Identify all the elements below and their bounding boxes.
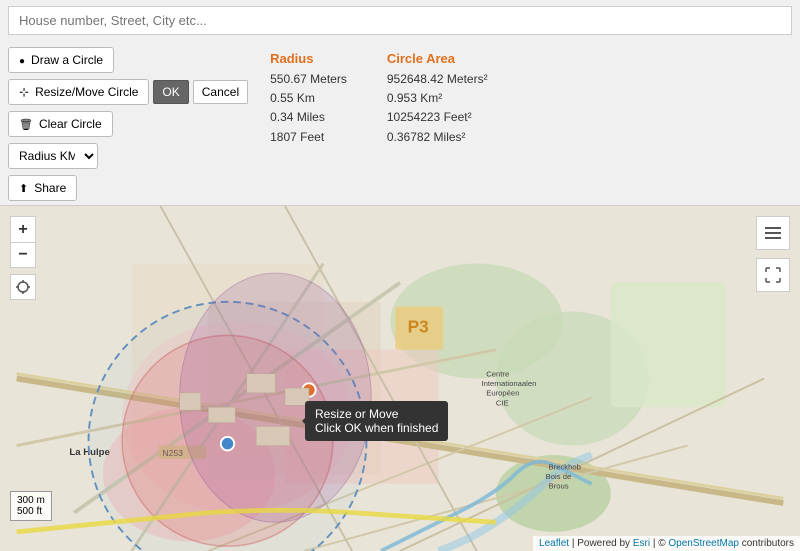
- radius-miles: 0.34 Miles: [270, 110, 325, 124]
- radius-feet: 1807 Feet: [270, 130, 324, 144]
- circle-area-values: 952648.42 Meters² 0.953 Km² 10254223 Fee…: [387, 70, 488, 147]
- map-background: N253 La Hulpe P3: [0, 206, 800, 551]
- attribution: Leaflet | Powered by Esri | © OpenStreet…: [533, 536, 800, 551]
- radius-stats: Radius 550.67 Meters 0.55 Km 0.34 Miles …: [270, 51, 347, 147]
- circle-icon: [19, 53, 25, 67]
- zoom-controls: + −: [10, 216, 36, 268]
- share-label: Share: [34, 181, 66, 195]
- zoom-out-button[interactable]: −: [10, 242, 36, 268]
- svg-text:Bois de: Bois de: [546, 472, 572, 481]
- trash-icon: [19, 117, 33, 131]
- svg-text:Européen: Européen: [486, 389, 519, 398]
- svg-text:Internationaalen: Internationaalen: [481, 379, 536, 388]
- layers-icon: [763, 223, 783, 243]
- search-input[interactable]: [8, 6, 792, 35]
- fullscreen-icon: [765, 267, 781, 283]
- locate-icon: [16, 280, 30, 294]
- circle-area-title: Circle Area: [387, 51, 488, 66]
- resize-move-label: Resize/Move Circle: [35, 85, 138, 99]
- scale-500ft: 500 ft: [17, 506, 45, 517]
- scale-bar: 300 m 500 ft: [10, 491, 52, 521]
- radius-title: Radius: [270, 51, 347, 66]
- draw-circle-label: Draw a Circle: [31, 53, 103, 67]
- svg-text:CIE: CIE: [496, 398, 509, 407]
- area-miles2: 0.36782 Miles²: [387, 130, 466, 144]
- radius-unit-select[interactable]: Radius KM Radius Miles Radius Meters: [8, 143, 98, 169]
- cancel-button[interactable]: Cancel: [193, 80, 248, 104]
- svg-text:P3: P3: [408, 317, 429, 337]
- scale-300m: 300 m: [17, 495, 45, 506]
- zoom-in-button[interactable]: +: [10, 216, 36, 242]
- radius-km: 0.55 Km: [270, 91, 315, 105]
- map-container[interactable]: N253 La Hulpe P3: [0, 206, 800, 551]
- ok-button[interactable]: OK: [153, 80, 188, 104]
- share-button[interactable]: Share: [8, 175, 77, 201]
- draw-circle-button[interactable]: Draw a Circle: [8, 47, 114, 73]
- share-icon: [19, 181, 28, 195]
- esri-link[interactable]: Esri: [633, 538, 650, 549]
- layers-button[interactable]: [756, 216, 790, 250]
- leaflet-link[interactable]: Leaflet: [539, 538, 569, 549]
- area-feet2: 10254223 Feet²: [387, 110, 472, 124]
- svg-text:Breckhob: Breckhob: [549, 463, 581, 472]
- radius-values: 550.67 Meters 0.55 Km 0.34 Miles 1807 Fe…: [270, 70, 347, 147]
- circle-area-stats: Circle Area 952648.42 Meters² 0.953 Km² …: [387, 51, 488, 147]
- svg-text:Brous: Brous: [549, 482, 569, 491]
- resize-move-button[interactable]: Resize/Move Circle: [8, 79, 149, 105]
- clear-circle-button[interactable]: Clear Circle: [8, 111, 113, 137]
- radius-meters: 550.67 Meters: [270, 72, 347, 86]
- osm-link[interactable]: OpenStreetMap: [668, 538, 739, 549]
- fullscreen-button[interactable]: [756, 258, 790, 292]
- locate-button[interactable]: [10, 274, 36, 300]
- clear-circle-label: Clear Circle: [39, 117, 102, 131]
- move-icon: [19, 85, 29, 99]
- area-meters2: 952648.42 Meters²: [387, 72, 488, 86]
- svg-text:Centre: Centre: [486, 370, 509, 379]
- area-km2: 0.953 Km²: [387, 91, 442, 105]
